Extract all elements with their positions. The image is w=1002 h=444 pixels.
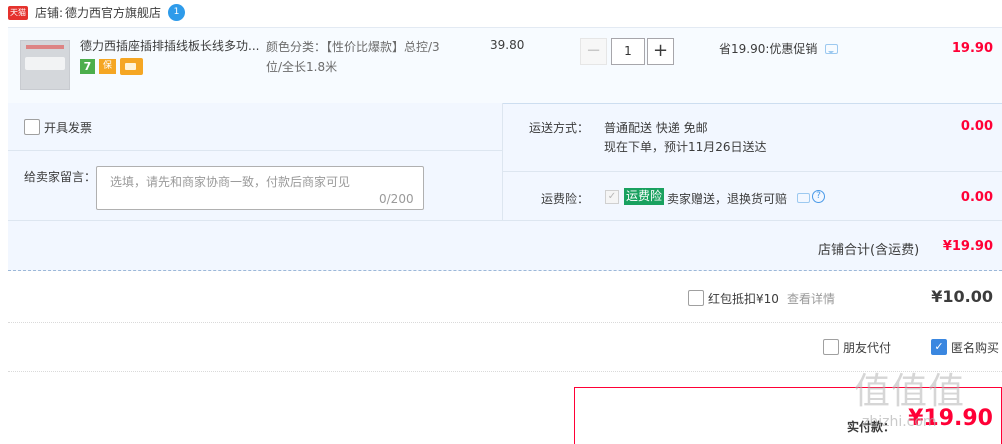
anonymous-purchase-checkbox[interactable]: ✓	[931, 339, 947, 355]
divider	[8, 322, 1002, 323]
red-packet-value: ¥10.00	[931, 287, 993, 306]
shop-total-label: 店铺合计(含运费)	[818, 243, 920, 258]
product-sku: 颜色分类：【性价比爆款】总控/3位/全长1.8米	[266, 40, 440, 74]
promo-discount: 省19.90:优惠促销	[719, 42, 818, 56]
shop-name-link[interactable]: 德力西官方旗舰店	[65, 6, 161, 20]
divider	[8, 150, 503, 151]
tmall-badge: 天猫	[8, 6, 28, 20]
divider	[8, 220, 1002, 221]
watermark: 值值值	[854, 371, 966, 412]
shop-label: 店铺:	[35, 6, 64, 20]
message-placeholder: 选填，请先和商家协商一致，付款后商家可见	[110, 175, 351, 189]
shipping-fee: 0.00	[960, 119, 993, 134]
unit-price: 39.80	[490, 38, 525, 52]
promo-info-icon[interactable]	[825, 44, 838, 54]
insurance-chat-icon[interactable]	[797, 193, 810, 203]
friend-pay-checkbox[interactable]	[823, 339, 839, 355]
friend-pay-label[interactable]: 朋友代付	[843, 339, 891, 356]
quantity-increase-button[interactable]: +	[647, 38, 674, 65]
quantity-decrease-button[interactable]: −	[580, 38, 607, 65]
product-title-link[interactable]: 德力西插座插排插线板长线多功...	[80, 37, 262, 55]
shop-header: 店铺: 德力西官方旗舰店	[33, 5, 161, 21]
seven-day-return-icon[interactable]: 7	[80, 59, 95, 74]
wangwang-chat-icon[interactable]: 1	[168, 4, 185, 21]
insurance-checkbox: ✓	[605, 190, 619, 204]
insurance-tag: 运费险	[624, 188, 665, 205]
invoice-checkbox[interactable]	[24, 119, 40, 135]
guarantee-icon[interactable]: 保	[99, 59, 116, 74]
red-packet-label[interactable]: 红包抵扣¥10	[708, 290, 779, 307]
message-char-count: 0/200	[379, 192, 414, 206]
anonymous-purchase-label[interactable]: 匿名购买	[951, 339, 999, 356]
product-thumbnail[interactable]	[20, 40, 70, 90]
quantity-input[interactable]: 1	[611, 38, 645, 65]
insurance-label: 运费险：	[541, 192, 590, 206]
shipping-label: 运送方式：	[529, 121, 590, 135]
invoice-label[interactable]: 开具发票	[44, 119, 92, 136]
shipping-eta: 现在下单，预计11月26日送达	[604, 140, 767, 154]
red-packet-details-link[interactable]: 查看详情	[787, 290, 835, 307]
message-label: 给卖家留言：	[24, 170, 97, 184]
insurance-fee: 0.00	[960, 190, 993, 205]
shipping-method: 普通配送 快递 免邮	[604, 121, 708, 135]
shop-total-value: ¥19.90	[942, 239, 993, 254]
red-packet-checkbox[interactable]	[688, 290, 704, 306]
insurance-help-icon[interactable]: ?	[812, 190, 825, 203]
insurance-description: 卖家赠送，退换货可赔	[667, 192, 788, 206]
credit-card-icon[interactable]	[120, 58, 143, 75]
item-subtotal: 19.90	[951, 41, 993, 56]
divider	[8, 371, 1002, 372]
watermark-url: zhizhi.com	[862, 414, 937, 430]
